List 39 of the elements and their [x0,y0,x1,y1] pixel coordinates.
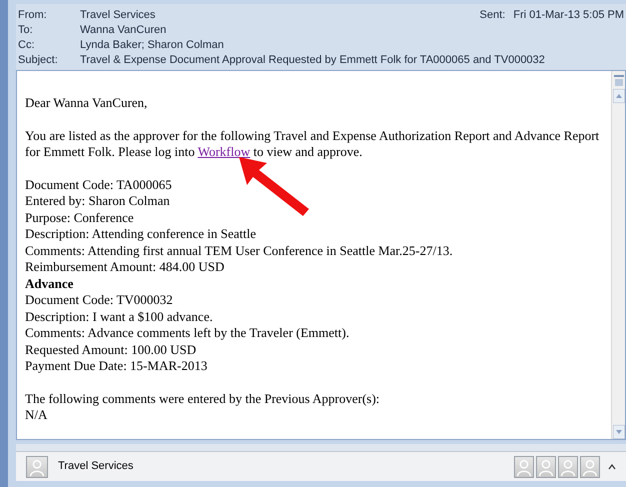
detail-line: Description: Attending conference in Seattle [25,226,258,242]
detail-line: Payment Due Date: 15-MAR-2013 [25,358,208,374]
field-value: Travel Services [80,8,156,24]
field-label: From: [18,8,48,24]
intro-paragraph: You are listed as the approver for the following Travel and Expense Authorization Report and Advance Report for Emmett Folk. Please log into Workflow to view and approve. [25,128,600,160]
detail-line: Document Code: TA000065 [25,176,173,193]
field-value: Lynda Baker; Sharon Colman [80,38,224,54]
field-label: To: [18,23,34,38]
detail-line: Reimbursement Amount: 484.00 USD [25,259,226,276]
detail-line: Entered by: Sharon Colman [25,193,171,210]
detail-line: Description: I want a $100 advance. [25,308,214,325]
field-label: Subject: [18,53,59,68]
split-icon[interactable] [614,75,624,87]
sent-label: Sent: [480,8,506,24]
arrow-icon [239,157,311,217]
scroll-up-icon[interactable] [612,89,624,103]
chevron-up-icon[interactable] [608,464,616,470]
detail-line: Comments: Attending first annual TEM User Conference in Seattle Mar.25-27/13. [25,242,454,259]
section-heading: Advance [25,276,74,292]
scrollbar[interactable] [611,71,625,439]
field-label: Cc: [18,38,36,54]
person-icon [536,456,556,478]
workflow-link[interactable]: Workflow [198,144,250,159]
detail-line: Document Code: TV000032 [25,292,174,308]
scroll-down-icon[interactable] [612,425,624,439]
detail-line: Purpose: Conference [25,210,135,226]
comment-line: N/A [25,407,48,424]
comment-line: The following comments were entered by the Previous Approver(s): [25,390,381,407]
person-icon [558,456,578,478]
field-value: Travel & Expense Document Approval Requested by Emmett Folk for TA000065 and TV000032 [80,53,545,68]
contact-name[interactable]: Travel Services [58,458,134,475]
person-icon [514,456,534,478]
person-icon [26,456,48,478]
person-icon [580,456,600,478]
field-value: Wanna VanCuren [80,23,166,38]
detail-line: Requested Amount: 100.00 USD [25,342,198,358]
sent-value: Fri 01-Mar-13 5:05 PM [513,8,624,24]
greeting-text: Dear Wanna VanCuren, [25,95,148,112]
detail-line: Comments: Advance comments left by the Traveler (Emmett). [25,325,350,342]
